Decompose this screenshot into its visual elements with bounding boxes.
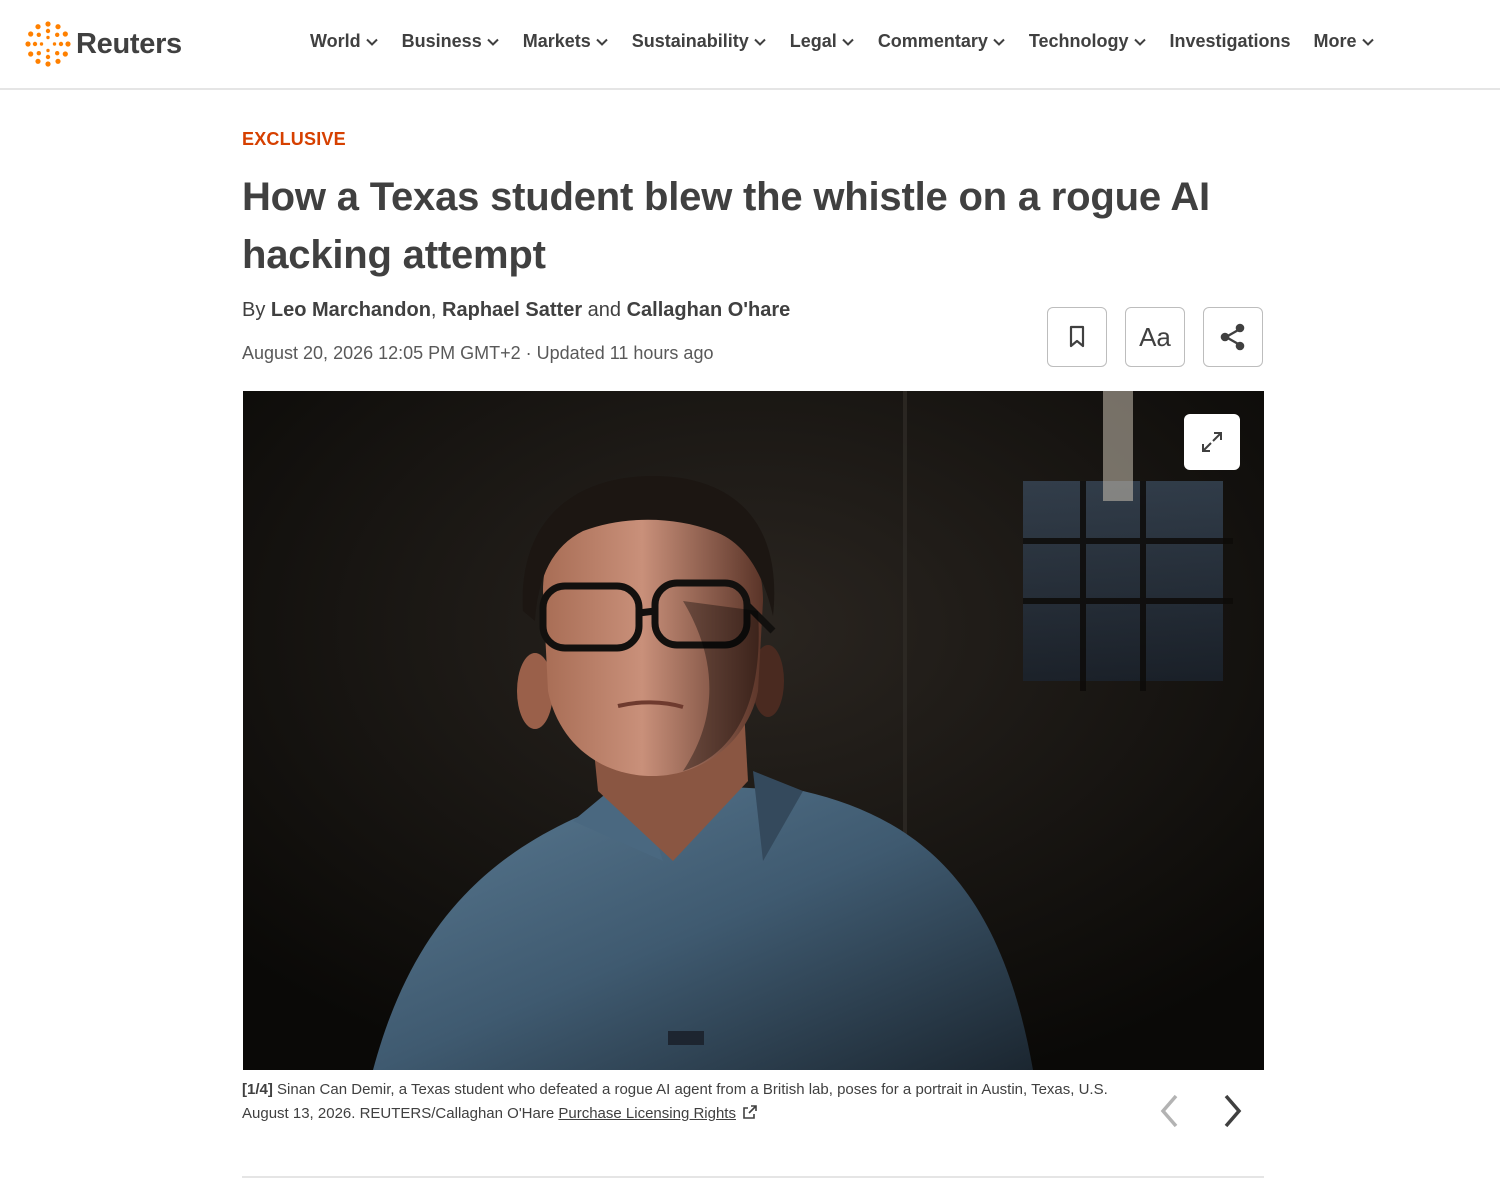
reuters-logo-icon <box>25 21 71 67</box>
nav-item-investigations[interactable]: Investigations <box>1170 31 1291 52</box>
article-dateline: August 20, 2026 12:05 PM GMT+2 · Updated… <box>242 343 714 363</box>
article-headline: How a Texas student blew the whistle on … <box>242 175 1210 277</box>
main-nav: World Business Markets Sustainability Le… <box>310 31 1398 52</box>
chevron-down-icon <box>596 38 608 46</box>
nav-label: Commentary <box>877 31 988 51</box>
section-divider <box>242 1176 1264 1178</box>
chevron-down-icon <box>487 38 499 46</box>
licensing-link[interactable]: Purchase Licensing Rights <box>558 1105 736 1122</box>
chevron-down-icon <box>754 38 766 46</box>
photo-counter: [1/4] <box>242 1081 273 1098</box>
nav-item-technology[interactable]: Technology <box>1029 31 1147 52</box>
portrait-image <box>243 391 1264 1070</box>
expand-photo-button[interactable] <box>1184 414 1240 470</box>
expand-icon <box>1202 432 1222 452</box>
external-link-icon <box>743 1105 757 1119</box>
nav-label: Business <box>401 31 482 51</box>
chevron-down-icon <box>842 38 854 46</box>
nav-label: Legal <box>789 31 837 51</box>
lead-photo[interactable] <box>243 391 1264 1070</box>
author-link[interactable]: Callaghan O'hare <box>627 299 791 321</box>
bookmark-button[interactable] <box>1047 307 1107 367</box>
nav-label: Markets <box>522 31 591 51</box>
author-link[interactable]: Raphael Satter <box>442 299 582 321</box>
nav-item-commentary[interactable]: Commentary <box>878 31 1006 52</box>
nav-label: Sustainability <box>631 31 749 51</box>
bookmark-icon <box>1069 325 1085 348</box>
nav-label: Technology <box>1028 31 1129 51</box>
share-icon <box>1220 323 1245 351</box>
nav-item-more[interactable]: More <box>1314 31 1375 52</box>
share-button[interactable] <box>1203 307 1263 367</box>
byline: By Leo Marchandon, Raphael Satter and Ca… <box>242 299 790 322</box>
previous-photo-button[interactable] <box>1150 1091 1190 1131</box>
chevron-down-icon <box>1133 38 1146 46</box>
nav-label: Investigations <box>1169 31 1291 51</box>
reuters-logo[interactable]: Reuters <box>24 20 182 68</box>
nav-item-world[interactable]: World <box>310 31 379 52</box>
chevron-left-icon <box>1160 1094 1178 1128</box>
nav-label: More <box>1313 31 1357 51</box>
nav-item-sustainability[interactable]: Sustainability <box>632 31 767 52</box>
site-header: Reuters World Business Markets Sustainab… <box>0 0 1500 90</box>
nav-item-business[interactable]: Business <box>402 31 500 52</box>
byline-prefix: By <box>242 299 266 321</box>
chevron-right-icon <box>1224 1094 1242 1128</box>
brand-name: Reuters <box>76 27 182 60</box>
author-link[interactable]: Leo Marchandon <box>271 299 431 321</box>
nav-item-markets[interactable]: Markets <box>523 31 609 52</box>
next-photo-button[interactable] <box>1212 1091 1252 1131</box>
chevron-down-icon <box>365 38 378 46</box>
text-size-label: Aa <box>1139 321 1171 352</box>
photo-caption: [1/4] Sinan Can Demir, a Texas student w… <box>242 1078 1122 1126</box>
chevron-down-icon <box>1361 38 1374 46</box>
byline-conjunction: and <box>587 299 622 321</box>
text-size-button[interactable]: Aa <box>1125 307 1185 367</box>
nav-label: World <box>310 31 361 51</box>
byline-separator: , <box>430 299 437 321</box>
article-kicker: EXCLUSIVE <box>242 129 346 149</box>
nav-item-legal[interactable]: Legal <box>790 31 855 52</box>
chevron-down-icon <box>993 38 1005 46</box>
